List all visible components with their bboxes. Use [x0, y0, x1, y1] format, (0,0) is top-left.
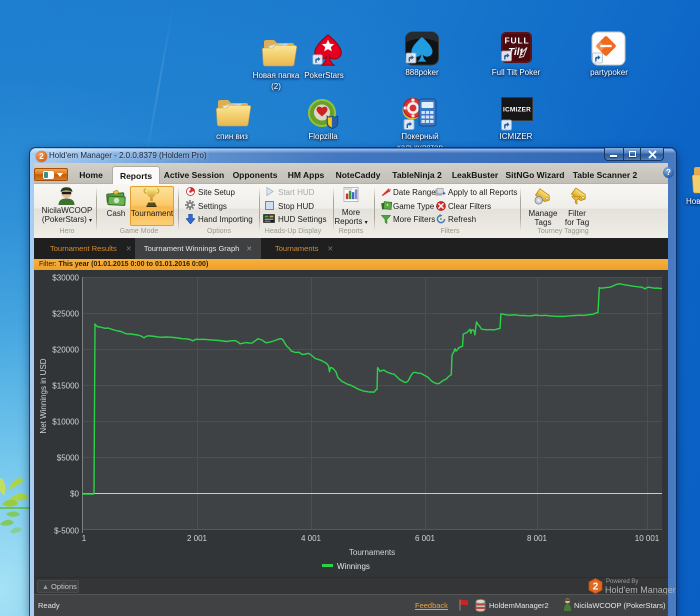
svg-text:$15000: $15000	[52, 382, 79, 391]
svg-text:Tournaments: Tournaments	[349, 548, 395, 557]
svg-text:$30000: $30000	[52, 274, 79, 283]
svg-text:$20000: $20000	[52, 346, 79, 355]
svg-text:$0: $0	[70, 490, 79, 499]
svg-text:2 001: 2 001	[187, 534, 208, 543]
svg-text:4 001: 4 001	[301, 534, 322, 543]
svg-text:6 001: 6 001	[415, 534, 436, 543]
svg-text:10 001: 10 001	[635, 534, 660, 543]
svg-text:FULL: FULL	[505, 36, 530, 46]
svg-text:Net Winnings in USD: Net Winnings in USD	[39, 358, 48, 433]
svg-text:2: 2	[593, 582, 599, 593]
svg-text:$5000: $5000	[57, 454, 80, 463]
svg-text:ICMIZER: ICMIZER	[503, 107, 531, 114]
svg-text:$25000: $25000	[52, 310, 79, 319]
svg-text:$-5000: $-5000	[54, 527, 79, 536]
svg-text:8 001: 8 001	[527, 534, 548, 543]
svg-text:1: 1	[82, 534, 87, 543]
svg-text:Winnings: Winnings	[337, 562, 370, 571]
svg-text:$10000: $10000	[52, 418, 79, 427]
